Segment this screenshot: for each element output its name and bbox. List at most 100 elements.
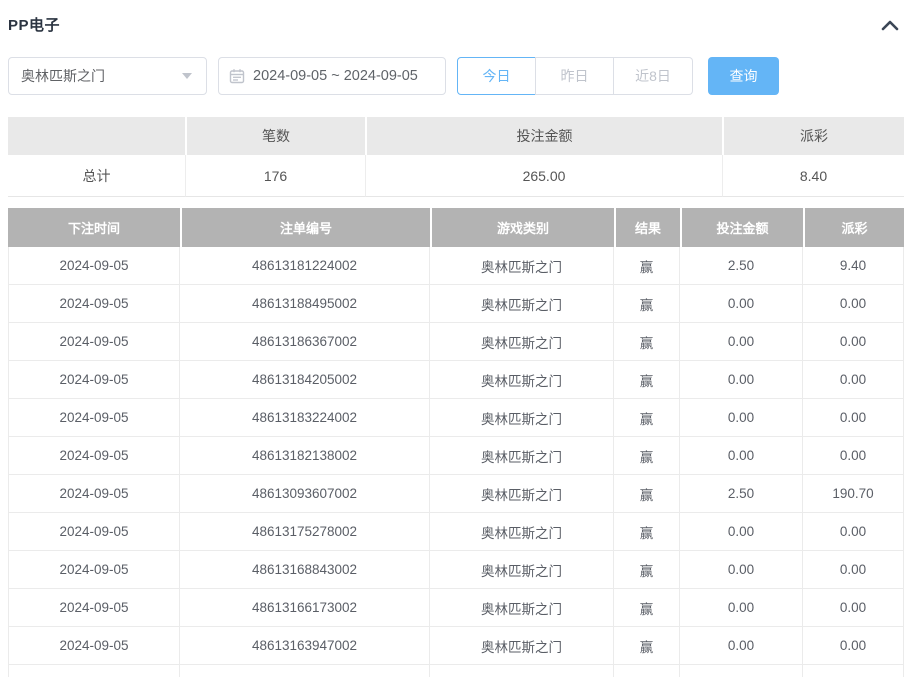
summary-header-payout: 派彩 (722, 117, 904, 155)
cell-game-type: 奥林匹斯之门 (430, 399, 614, 437)
table-row-partial (8, 665, 904, 677)
cell-game-type: 奥林匹斯之门 (430, 437, 614, 475)
cell-order-no: 48613188495002 (180, 285, 430, 323)
cell-game-type: 奥林匹斯之门 (430, 551, 614, 589)
table-row: 2024-09-0548613093607002奥林匹斯之门赢2.50190.7… (8, 475, 904, 513)
cell-bet-time: 2024-09-05 (8, 513, 180, 551)
cell-bet-amount: 0.00 (680, 589, 803, 627)
cell-result: 赢 (614, 589, 680, 627)
table-row: 2024-09-0548613184205002奥林匹斯之门赢0.000.00 (8, 361, 904, 399)
quick-date-buttons: 今日 昨日 近8日 (457, 57, 693, 95)
game-select-value: 奥林匹斯之门 (21, 66, 105, 86)
cell-bet-amount: 0.00 (680, 361, 803, 399)
cell-payout: 190.70 (803, 475, 904, 513)
table-row: 2024-09-0548613183224002奥林匹斯之门赢0.000.00 (8, 399, 904, 437)
cell-result: 赢 (614, 627, 680, 665)
table-row: 2024-09-0548613166173002奥林匹斯之门赢0.000.00 (8, 589, 904, 627)
today-button[interactable]: 今日 (457, 57, 536, 95)
cell-payout: 0.00 (803, 361, 904, 399)
yesterday-button[interactable]: 昨日 (535, 57, 614, 95)
cell-order-no: 48613184205002 (180, 361, 430, 399)
cell-order-no: 48613182138002 (180, 437, 430, 475)
cell-order-no: 48613181224002 (180, 247, 430, 285)
cell-payout: 9.40 (803, 247, 904, 285)
cell-result: 赢 (614, 323, 680, 361)
search-button[interactable]: 查询 (708, 57, 779, 95)
table-row: 2024-09-0548613188495002奥林匹斯之门赢0.000.00 (8, 285, 904, 323)
summary-total-row: 总计 176 265.00 8.40 (8, 155, 904, 197)
cell-payout: 0.00 (803, 551, 904, 589)
cell-game-type: 奥林匹斯之门 (430, 475, 614, 513)
cell-result: 赢 (614, 475, 680, 513)
game-select[interactable]: 奥林匹斯之门 (8, 57, 207, 95)
cell-result: 赢 (614, 551, 680, 589)
filter-bar: 奥林匹斯之门 2024-09-05 ~ 2024-09-05 今日 昨日 近8日 (8, 57, 904, 95)
cell-game-type: 奥林匹斯之门 (430, 589, 614, 627)
col-header-result: 结果 (614, 208, 680, 247)
cell-bet-amount: 2.50 (680, 247, 803, 285)
cell-bet-time: 2024-09-05 (8, 551, 180, 589)
calendar-icon (229, 68, 245, 84)
bet-records-table: 下注时间 注单编号 游戏类别 结果 投注金额 派彩 2024-09-054861… (8, 208, 904, 677)
cell-payout: 0.00 (803, 285, 904, 323)
cell-result: 赢 (614, 285, 680, 323)
cell-bet-time: 2024-09-05 (8, 627, 180, 665)
summary-total-payout: 8.40 (722, 155, 904, 197)
col-header-bet-time: 下注时间 (8, 208, 180, 247)
cell-game-type: 奥林匹斯之门 (430, 361, 614, 399)
cell-bet-time: 2024-09-05 (8, 323, 180, 361)
cell-game-type: 奥林匹斯之门 (430, 627, 614, 665)
cell-game-type: 奥林匹斯之门 (430, 513, 614, 551)
table-row: 2024-09-0548613163947002奥林匹斯之门赢0.000.00 (8, 627, 904, 665)
cell-payout: 0.00 (803, 323, 904, 361)
cell-payout (803, 665, 904, 677)
col-header-order-no: 注单编号 (180, 208, 430, 247)
cell-bet-time: 2024-09-05 (8, 247, 180, 285)
cell-bet-amount: 0.00 (680, 627, 803, 665)
page-title: PP电子 (8, 14, 60, 35)
cell-bet-time: 2024-09-05 (8, 475, 180, 513)
cell-order-no: 48613186367002 (180, 323, 430, 361)
cell-bet-amount: 0.00 (680, 399, 803, 437)
summary-header-bet-amount: 投注金额 (365, 117, 722, 155)
summary-total-count: 176 (185, 155, 365, 197)
summary-table: 笔数 投注金额 派彩 总计 176 265.00 8.40 (8, 117, 904, 197)
date-range-value: 2024-09-05 ~ 2024-09-05 (253, 68, 418, 84)
cell-bet-amount: 2.50 (680, 475, 803, 513)
cell-bet-amount: 0.00 (680, 437, 803, 475)
cell-bet-amount (680, 665, 803, 677)
cell-order-no: 48613168843002 (180, 551, 430, 589)
table-row: 2024-09-0548613168843002奥林匹斯之门赢0.000.00 (8, 551, 904, 589)
cell-game-type: 奥林匹斯之门 (430, 323, 614, 361)
cell-payout: 0.00 (803, 627, 904, 665)
cell-order-no: 48613183224002 (180, 399, 430, 437)
table-row: 2024-09-0548613175278002奥林匹斯之门赢0.000.00 (8, 513, 904, 551)
cell-payout: 0.00 (803, 437, 904, 475)
cell-payout: 0.00 (803, 399, 904, 437)
date-range-picker[interactable]: 2024-09-05 ~ 2024-09-05 (218, 57, 446, 95)
panel-header: PP电子 (8, 0, 904, 36)
cell-bet-time: 2024-09-05 (8, 285, 180, 323)
cell-payout: 0.00 (803, 513, 904, 551)
table-row: 2024-09-0548613182138002奥林匹斯之门赢0.000.00 (8, 437, 904, 475)
cell-result: 赢 (614, 247, 680, 285)
cell-order-no: 48613163947002 (180, 627, 430, 665)
records-header-row: 下注时间 注单编号 游戏类别 结果 投注金额 派彩 (8, 208, 904, 247)
cell-result: 赢 (614, 399, 680, 437)
cell-result: 赢 (614, 437, 680, 475)
last-8-days-button[interactable]: 近8日 (614, 57, 693, 95)
cell-order-no: 48613093607002 (180, 475, 430, 513)
cell-result (614, 665, 680, 677)
collapse-button[interactable] (878, 15, 902, 35)
pp-electronic-panel: PP电子 奥林匹斯之门 2024-09-05 ~ 20 (0, 0, 912, 677)
cell-bet-amount: 0.00 (680, 551, 803, 589)
col-header-payout: 派彩 (803, 208, 904, 247)
cell-bet-amount: 0.00 (680, 285, 803, 323)
summary-header-row: 笔数 投注金额 派彩 (8, 117, 904, 155)
cell-bet-time: 2024-09-05 (8, 361, 180, 399)
cell-game-type: 奥林匹斯之门 (430, 285, 614, 323)
cell-bet-time: 2024-09-05 (8, 437, 180, 475)
col-header-game-type: 游戏类别 (430, 208, 614, 247)
cell-game-type: 奥林匹斯之门 (430, 247, 614, 285)
cell-game-type (430, 665, 614, 677)
